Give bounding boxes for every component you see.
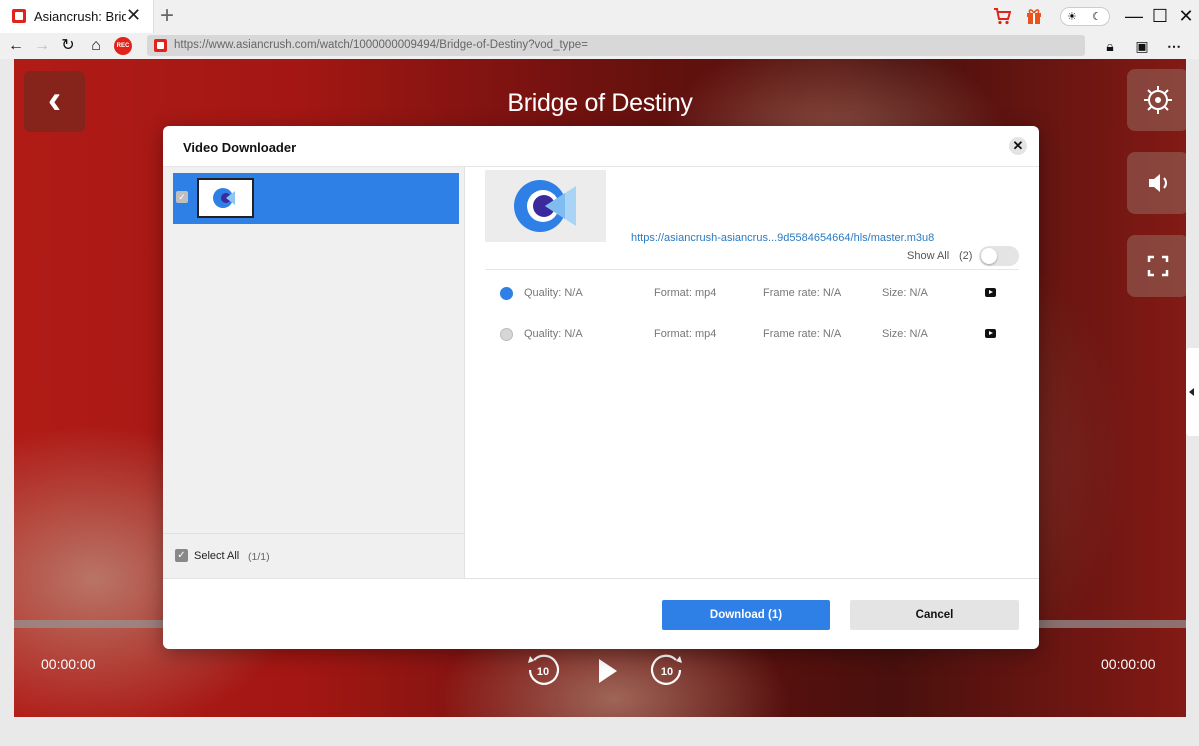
select-all-checkbox[interactable]: ✓ (175, 549, 188, 562)
cancel-button[interactable]: Cancel (850, 600, 1019, 630)
fullscreen-button[interactable] (1127, 235, 1186, 297)
frame-rate-text: Frame rate: N/A (763, 328, 842, 340)
frame-rate-text: Frame rate: N/A (763, 287, 842, 299)
rewind-label: 10 (537, 666, 549, 678)
divider (485, 269, 1019, 270)
divider (163, 578, 1039, 579)
volume-icon (1149, 174, 1167, 192)
more-menu-icon[interactable]: ⋯ (1164, 37, 1184, 55)
video-app-logo-icon (213, 188, 235, 208)
volume-button[interactable] (1127, 152, 1186, 214)
source-url-link[interactable]: https://asiancrush-asiancrus...9d5584654… (631, 232, 934, 244)
reload-icon[interactable]: ↻ (58, 35, 78, 57)
close-tab-icon[interactable]: ✕ (126, 5, 141, 25)
select-all-bar: ✓ Select All (1/1) (163, 533, 465, 578)
video-downloader-dialog: Video Downloader ✕ ✓ ✓ Select All (1/1) (163, 126, 1039, 649)
new-tab-icon[interactable]: + (160, 3, 174, 29)
side-panel-handle[interactable] (1186, 348, 1199, 436)
dialog-close-icon[interactable]: ✕ (1009, 137, 1027, 155)
preview-play-icon[interactable] (985, 288, 996, 297)
forward-label: 10 (661, 666, 673, 678)
window-close-icon[interactable]: ✕ (1173, 4, 1199, 28)
forward-10-icon[interactable]: 10 (648, 651, 686, 689)
show-all-label: Show All (907, 250, 950, 262)
url-field[interactable]: https://www.asiancrush.com/watch/1000000… (147, 35, 1085, 56)
lock-icon[interactable]: 🔒︎ (1100, 37, 1120, 55)
quality-text: Quality: N/A (524, 328, 583, 340)
site-favicon-icon (12, 9, 26, 23)
play-icon[interactable] (581, 646, 631, 696)
select-all-count: (1/1) (248, 551, 270, 563)
video-thumbnail (197, 178, 254, 218)
gift-icon[interactable] (1025, 7, 1043, 25)
browser-tab[interactable]: Asiancrush: Bridg ✕ (0, 0, 154, 33)
video-app-logo-icon (514, 180, 576, 232)
size-text: Size: N/A (882, 328, 928, 340)
download-button[interactable]: Download (1) (662, 600, 830, 630)
home-icon[interactable]: ⌂ (86, 35, 106, 57)
show-all-count: (2) (959, 250, 973, 262)
site-favicon-icon (154, 39, 167, 52)
select-all-label[interactable]: Select All (194, 550, 239, 562)
total-time: 00:00:00 (1101, 656, 1156, 672)
tab-bar: Asiancrush: Bridg ✕ + ☀ ☾ — ☐ ✕ (0, 0, 1199, 33)
tab-title: Asiancrush: Bridg (34, 9, 126, 24)
video-preview (485, 170, 606, 242)
current-time: 00:00:00 (41, 656, 96, 672)
dialog-title: Video Downloader (183, 140, 297, 155)
format-text: Format: mp4 (654, 328, 717, 340)
preview-play-icon[interactable] (985, 329, 996, 338)
theme-toggle[interactable]: ☀ ☾ (1060, 7, 1110, 26)
settings-button[interactable] (1127, 69, 1186, 131)
minimize-icon[interactable]: — (1121, 4, 1147, 28)
video-title: Bridge of Destiny (507, 89, 693, 117)
gear-icon (1144, 86, 1172, 114)
show-all-toggle[interactable] (979, 246, 1019, 266)
quality-radio[interactable] (500, 328, 513, 341)
quality-radio[interactable] (500, 287, 513, 300)
downloader-icon[interactable]: ▣ (1132, 37, 1152, 55)
record-button[interactable]: REC (114, 37, 132, 55)
fullscreen-icon (1147, 255, 1169, 277)
sun-icon: ☀ (1067, 11, 1077, 23)
rewind-10-icon[interactable]: 10 (524, 651, 562, 689)
cart-icon[interactable] (993, 7, 1011, 25)
quality-text: Quality: N/A (524, 287, 583, 299)
quality-row[interactable]: Quality: N/A Format: mp4 Frame rate: N/A… (485, 325, 1019, 345)
quality-row[interactable]: Quality: N/A Format: mp4 Frame rate: N/A… (485, 284, 1019, 304)
address-bar-row: ← → ↻ ⌂ REC https://www.asiancrush.com/w… (0, 33, 1199, 59)
moon-icon: ☾ (1092, 11, 1102, 23)
item-checkbox[interactable]: ✓ (176, 191, 188, 203)
back-icon[interactable]: ← (6, 35, 26, 57)
video-list-pane: ✓ ✓ Select All (1/1) (163, 167, 465, 578)
format-text: Format: mp4 (654, 287, 717, 299)
url-text: https://www.asiancrush.com/watch/1000000… (174, 39, 588, 51)
size-text: Size: N/A (882, 287, 928, 299)
maximize-icon[interactable]: ☐ (1147, 4, 1173, 28)
list-item[interactable]: ✓ (173, 173, 459, 224)
forward-icon[interactable]: → (32, 35, 52, 57)
